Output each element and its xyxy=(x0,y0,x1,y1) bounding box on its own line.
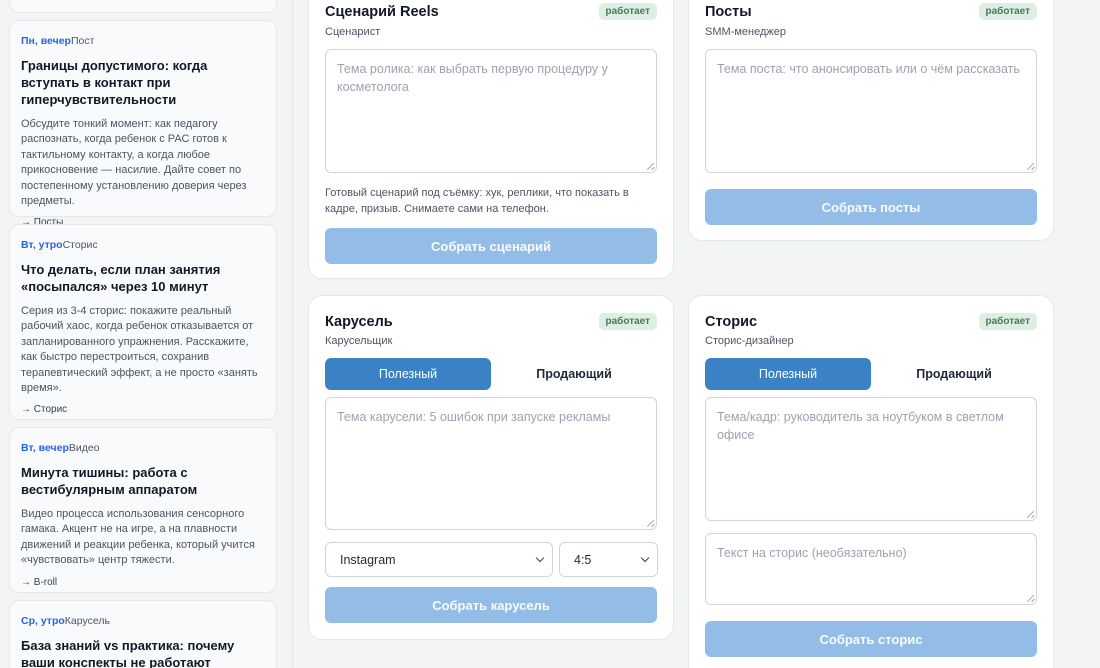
reels-panel: Сценарий Reels Сценарист работает Тема р… xyxy=(308,0,674,279)
plan-description: Серия из 3-4 сторис: покажите реальный р… xyxy=(21,305,258,395)
panel-title: Сценарий Reels xyxy=(325,4,439,20)
reels-topic-textarea[interactable]: Тема ролика: как выбрать первую процедур… xyxy=(325,49,657,173)
resize-handle-icon[interactable] xyxy=(1026,594,1034,602)
placeholder-text: Текст на сторис (необязательно) xyxy=(717,546,907,560)
carousel-mode-toggle: Полезный Продающий xyxy=(325,358,657,390)
plan-title: База знаний vs практика: почему ваши кон… xyxy=(21,638,235,668)
plan-day: Ср, утро xyxy=(21,615,65,627)
placeholder-text: Тема поста: что анонсировать или о чём р… xyxy=(717,62,1020,76)
plan-meta: Вт, утроСторис xyxy=(21,238,265,252)
ratio-value: 4:5 xyxy=(574,552,592,567)
status-badge: работает xyxy=(978,313,1037,330)
carousel-panel: Карусель Карусельщик работает Полезный П… xyxy=(308,295,674,640)
resize-handle-icon[interactable] xyxy=(1026,162,1034,170)
plan-format: Видео xyxy=(68,442,100,454)
plan-title: Что делать, если план занятия «посыпался… xyxy=(21,262,221,294)
posts-topic-textarea[interactable]: Тема поста: что анонсировать или о чём р… xyxy=(705,49,1037,173)
stories-panel: Сторис Сторис-дизайнер работает Полезный… xyxy=(688,295,1054,668)
build-stories-button[interactable]: Собрать сторис xyxy=(705,621,1037,657)
tab-useful[interactable]: Полезный xyxy=(705,358,871,390)
plan-target-link[interactable]: → B-roll xyxy=(21,576,265,590)
plan-card[interactable]: Ср, утроКарусель База знаний vs практика… xyxy=(9,600,277,668)
plan-meta: Вт, вечерВидео xyxy=(21,441,265,455)
plan-day: Пн, вечер xyxy=(21,35,71,47)
plan-meta: Пн, вечерПост xyxy=(21,34,265,48)
panel-role: Карусельщик xyxy=(325,335,393,347)
posts-panel: Посты SMM-менеджер работает Тема поста: … xyxy=(688,0,1054,241)
helper-text: Готовый сценарий под съёмку: хук, реплик… xyxy=(325,187,629,215)
platform-value: Instagram xyxy=(340,552,396,567)
plan-description: Видео процесса использования сенсорного … xyxy=(21,508,255,567)
resize-handle-icon[interactable] xyxy=(646,519,654,527)
plan-meta: Ср, утроКарусель xyxy=(21,614,265,628)
plan-card[interactable]: Вт, вечерВидео Минута тишины: работа с в… xyxy=(9,427,277,593)
panel-role: Сторис-дизайнер xyxy=(705,335,794,347)
panel-title: Карусель xyxy=(325,314,393,330)
chevron-down-icon xyxy=(535,553,545,563)
panel-title: Сторис xyxy=(705,314,758,330)
stories-mode-toggle: Полезный Продающий xyxy=(705,358,1037,390)
plan-card-partial[interactable] xyxy=(9,0,277,13)
panel-role: Сценарист xyxy=(325,26,381,38)
stories-topic-textarea[interactable]: Тема/кадр: руководитель за ноутбуком в с… xyxy=(705,397,1037,521)
plan-description: Обсудите тонкий момент: как педагогу рас… xyxy=(21,118,247,208)
stories-text-textarea[interactable]: Текст на сторис (необязательно) xyxy=(705,533,1037,605)
tab-selling[interactable]: Продающий xyxy=(871,358,1037,390)
plan-format: Сторис xyxy=(62,239,98,251)
plan-target-link[interactable]: → Сторис xyxy=(21,403,265,417)
placeholder-text: Тема карусели: 5 ошибок при запуске рекл… xyxy=(337,410,611,424)
plan-format: Карусель xyxy=(64,615,110,627)
build-script-button[interactable]: Собрать сценарий xyxy=(325,228,657,264)
panel-title: Посты xyxy=(705,4,752,20)
build-carousel-button[interactable]: Собрать карусель xyxy=(325,587,657,623)
plan-card[interactable]: Пн, вечерПост Границы допустимого: когда… xyxy=(9,20,277,228)
status-badge: работает xyxy=(978,3,1037,20)
resize-handle-icon[interactable] xyxy=(1026,510,1034,518)
plan-card[interactable]: Вт, утроСторис Что делать, если план зан… xyxy=(9,224,277,420)
build-posts-button[interactable]: Собрать посты xyxy=(705,189,1037,225)
plan-day: Вт, утро xyxy=(21,239,63,251)
plan-title: Границы допустимого: когда вступать в ко… xyxy=(21,58,208,107)
aspect-ratio-select[interactable]: 4:5 xyxy=(559,542,658,577)
resize-handle-icon[interactable] xyxy=(646,162,654,170)
carousel-topic-textarea[interactable]: Тема карусели: 5 ошибок при запуске рекл… xyxy=(325,397,657,530)
plan-day: Вт, вечер xyxy=(21,442,69,454)
placeholder-text: Тема/кадр: руководитель за ноутбуком в с… xyxy=(717,410,1004,442)
status-badge: работает xyxy=(598,313,657,330)
tab-selling[interactable]: Продающий xyxy=(491,358,657,390)
placeholder-text: Тема ролика: как выбрать первую процедур… xyxy=(337,62,608,94)
panel-role: SMM-менеджер xyxy=(705,26,786,38)
plan-title: Минута тишины: работа с вестибулярным ап… xyxy=(21,465,198,497)
status-badge: работает xyxy=(598,3,657,20)
tab-useful[interactable]: Полезный xyxy=(325,358,491,390)
plan-format: Пост xyxy=(70,35,95,47)
chevron-down-icon xyxy=(640,553,650,563)
platform-select[interactable]: Instagram xyxy=(325,542,553,577)
